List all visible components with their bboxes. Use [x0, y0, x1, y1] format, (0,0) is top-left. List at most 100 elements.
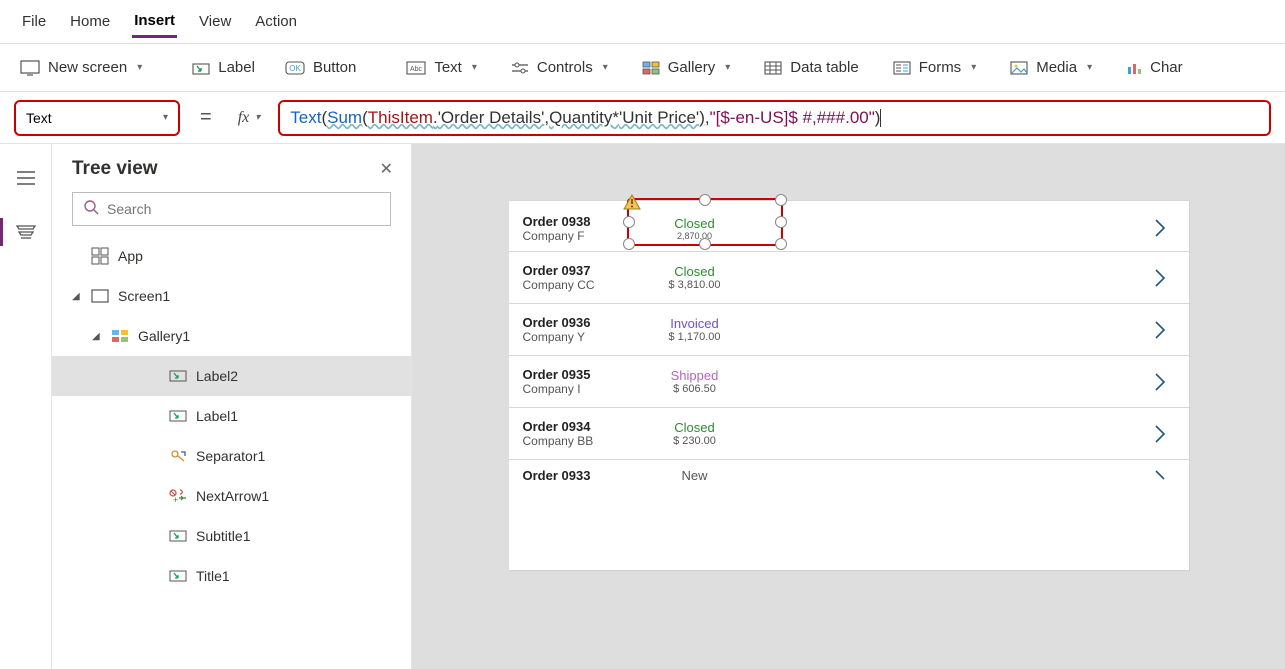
media-icon	[1010, 61, 1028, 75]
canvas[interactable]: Order 0938 Company F Closed 2,870.00 Ord…	[412, 144, 1285, 669]
menu-file[interactable]: File	[20, 7, 48, 36]
order-price: $ 1,170.00	[635, 331, 755, 343]
order-row[interactable]: Order 0935 Company I Shipped $ 606.50	[509, 356, 1189, 408]
tree-node-label: Label1	[196, 408, 238, 424]
app-icon	[90, 246, 110, 266]
tree-view-icon[interactable]	[8, 214, 44, 250]
app-preview[interactable]: Order 0938 Company F Closed 2,870.00 Ord…	[509, 200, 1189, 570]
menu-view[interactable]: View	[197, 7, 233, 36]
controls-label: Controls	[537, 59, 593, 76]
selection-outline[interactable]	[627, 198, 783, 246]
svg-text:+: +	[173, 495, 178, 504]
order-status: Shipped	[635, 368, 755, 383]
order-price: $ 606.50	[635, 383, 755, 395]
resize-handle[interactable]	[623, 238, 635, 250]
svg-text:Abc: Abc	[410, 66, 423, 73]
tree-search-input[interactable]	[107, 201, 380, 217]
chevron-down-icon: ▾	[472, 62, 477, 73]
data-table-button[interactable]: Data table	[764, 59, 858, 76]
order-row[interactable]: Order 0933 New	[509, 460, 1189, 570]
sliders-icon	[511, 61, 529, 75]
fx-button[interactable]: fx▾	[232, 107, 267, 129]
resize-handle[interactable]	[775, 216, 787, 228]
chevron-down-icon: ▾	[603, 62, 608, 73]
gallery-icon	[110, 326, 130, 346]
tree-node-label: Subtitle1	[196, 528, 250, 544]
tree-node-label2[interactable]: Label2	[52, 356, 411, 396]
next-arrow-icon[interactable]	[755, 371, 1175, 393]
order-id: Order 0938	[523, 214, 635, 229]
label-button[interactable]: Label	[192, 59, 255, 76]
forms-icon	[893, 61, 911, 75]
left-rail	[0, 144, 52, 669]
order-row[interactable]: Order 0936 Company Y Invoiced $ 1,170.00	[509, 304, 1189, 356]
order-price: $ 3,810.00	[635, 279, 755, 291]
next-arrow-icon[interactable]	[755, 423, 1175, 445]
menu-action[interactable]: Action	[253, 7, 299, 36]
tree-node-separator1[interactable]: Separator1	[52, 436, 411, 476]
controls-button[interactable]: Controls ▾	[511, 59, 608, 76]
order-company: Company BB	[523, 434, 635, 448]
tree-node-nextarrow1[interactable]: + NextArrow1	[52, 476, 411, 516]
tree-node-screen1[interactable]: ◢ Screen1	[52, 276, 411, 316]
close-icon[interactable]: ✕	[380, 159, 393, 179]
order-row[interactable]: Order 0938 Company F Closed 2,870.00	[509, 200, 1189, 252]
resize-handle[interactable]	[775, 238, 787, 250]
button-button[interactable]: OK Button	[285, 59, 356, 76]
tree-node-subtitle1[interactable]: Subtitle1	[52, 516, 411, 556]
chevron-down-icon: ▾	[971, 62, 976, 73]
tree-node-label1[interactable]: Label1	[52, 396, 411, 436]
warning-icon	[623, 194, 641, 215]
tree-node-gallery1[interactable]: ◢ Gallery1	[52, 316, 411, 356]
expander-icon[interactable]: ◢	[72, 291, 82, 302]
tree-node-title1[interactable]: Title1	[52, 556, 411, 596]
order-id: Order 0935	[523, 367, 635, 382]
menu-insert[interactable]: Insert	[132, 6, 177, 38]
tok-quantity: Quantity	[549, 108, 612, 128]
order-status: Closed	[635, 264, 755, 279]
tree-node-app[interactable]: App	[52, 236, 411, 276]
new-screen-button[interactable]: New screen ▾	[20, 59, 142, 76]
screen-icon	[20, 60, 40, 76]
resize-handle[interactable]	[623, 216, 635, 228]
tok-orderdetails: 'Order Details'	[438, 108, 545, 128]
text-label: Text	[434, 59, 462, 76]
gallery-icon	[642, 61, 660, 75]
order-status: New	[635, 468, 755, 483]
order-id: Order 0933	[523, 468, 635, 483]
tok-unitprice: 'Unit Price'	[619, 108, 699, 128]
order-company: Company I	[523, 382, 635, 396]
tree-node-label: Label2	[196, 368, 238, 384]
resize-handle[interactable]	[699, 238, 711, 250]
text-button[interactable]: Abc Text ▾	[406, 59, 477, 76]
forms-button[interactable]: Forms ▾	[893, 59, 977, 76]
order-status: Invoiced	[635, 316, 755, 331]
media-button[interactable]: Media ▾	[1010, 59, 1092, 76]
chevron-down-icon: ▾	[1087, 62, 1092, 73]
property-selector[interactable]: Text ▾	[14, 100, 180, 136]
property-selector-value: Text	[26, 110, 52, 126]
chevron-down-icon: ▾	[725, 62, 730, 73]
hamburger-icon[interactable]	[8, 160, 44, 196]
next-arrow-icon[interactable]	[755, 217, 1175, 239]
gallery-button[interactable]: Gallery ▾	[642, 59, 731, 76]
chevron-down-icon: ▾	[137, 62, 142, 73]
tree-node-label: Screen1	[118, 288, 170, 304]
resize-handle[interactable]	[699, 194, 711, 206]
chart-button[interactable]: Char	[1126, 59, 1183, 76]
tok-textfn: Text	[290, 108, 321, 128]
resize-handle[interactable]	[775, 194, 787, 206]
next-arrow-icon[interactable]	[755, 267, 1175, 289]
next-arrow-icon[interactable]	[755, 319, 1175, 341]
next-arrow-icon[interactable]	[755, 468, 1175, 490]
tok-thisitem: ThisItem	[368, 108, 433, 128]
order-row[interactable]: Order 0937 Company CC Closed $ 3,810.00	[509, 252, 1189, 304]
button-label: Button	[313, 59, 356, 76]
expander-icon[interactable]: ◢	[92, 331, 102, 342]
forms-label: Forms	[919, 59, 962, 76]
formula-input[interactable]: Text( Sum( ThisItem.'Order Details', Qua…	[278, 100, 1271, 136]
menu-home[interactable]: Home	[68, 7, 112, 36]
label-icon	[168, 366, 188, 386]
tree-search[interactable]	[72, 192, 391, 226]
order-row[interactable]: Order 0934 Company BB Closed $ 230.00	[509, 408, 1189, 460]
